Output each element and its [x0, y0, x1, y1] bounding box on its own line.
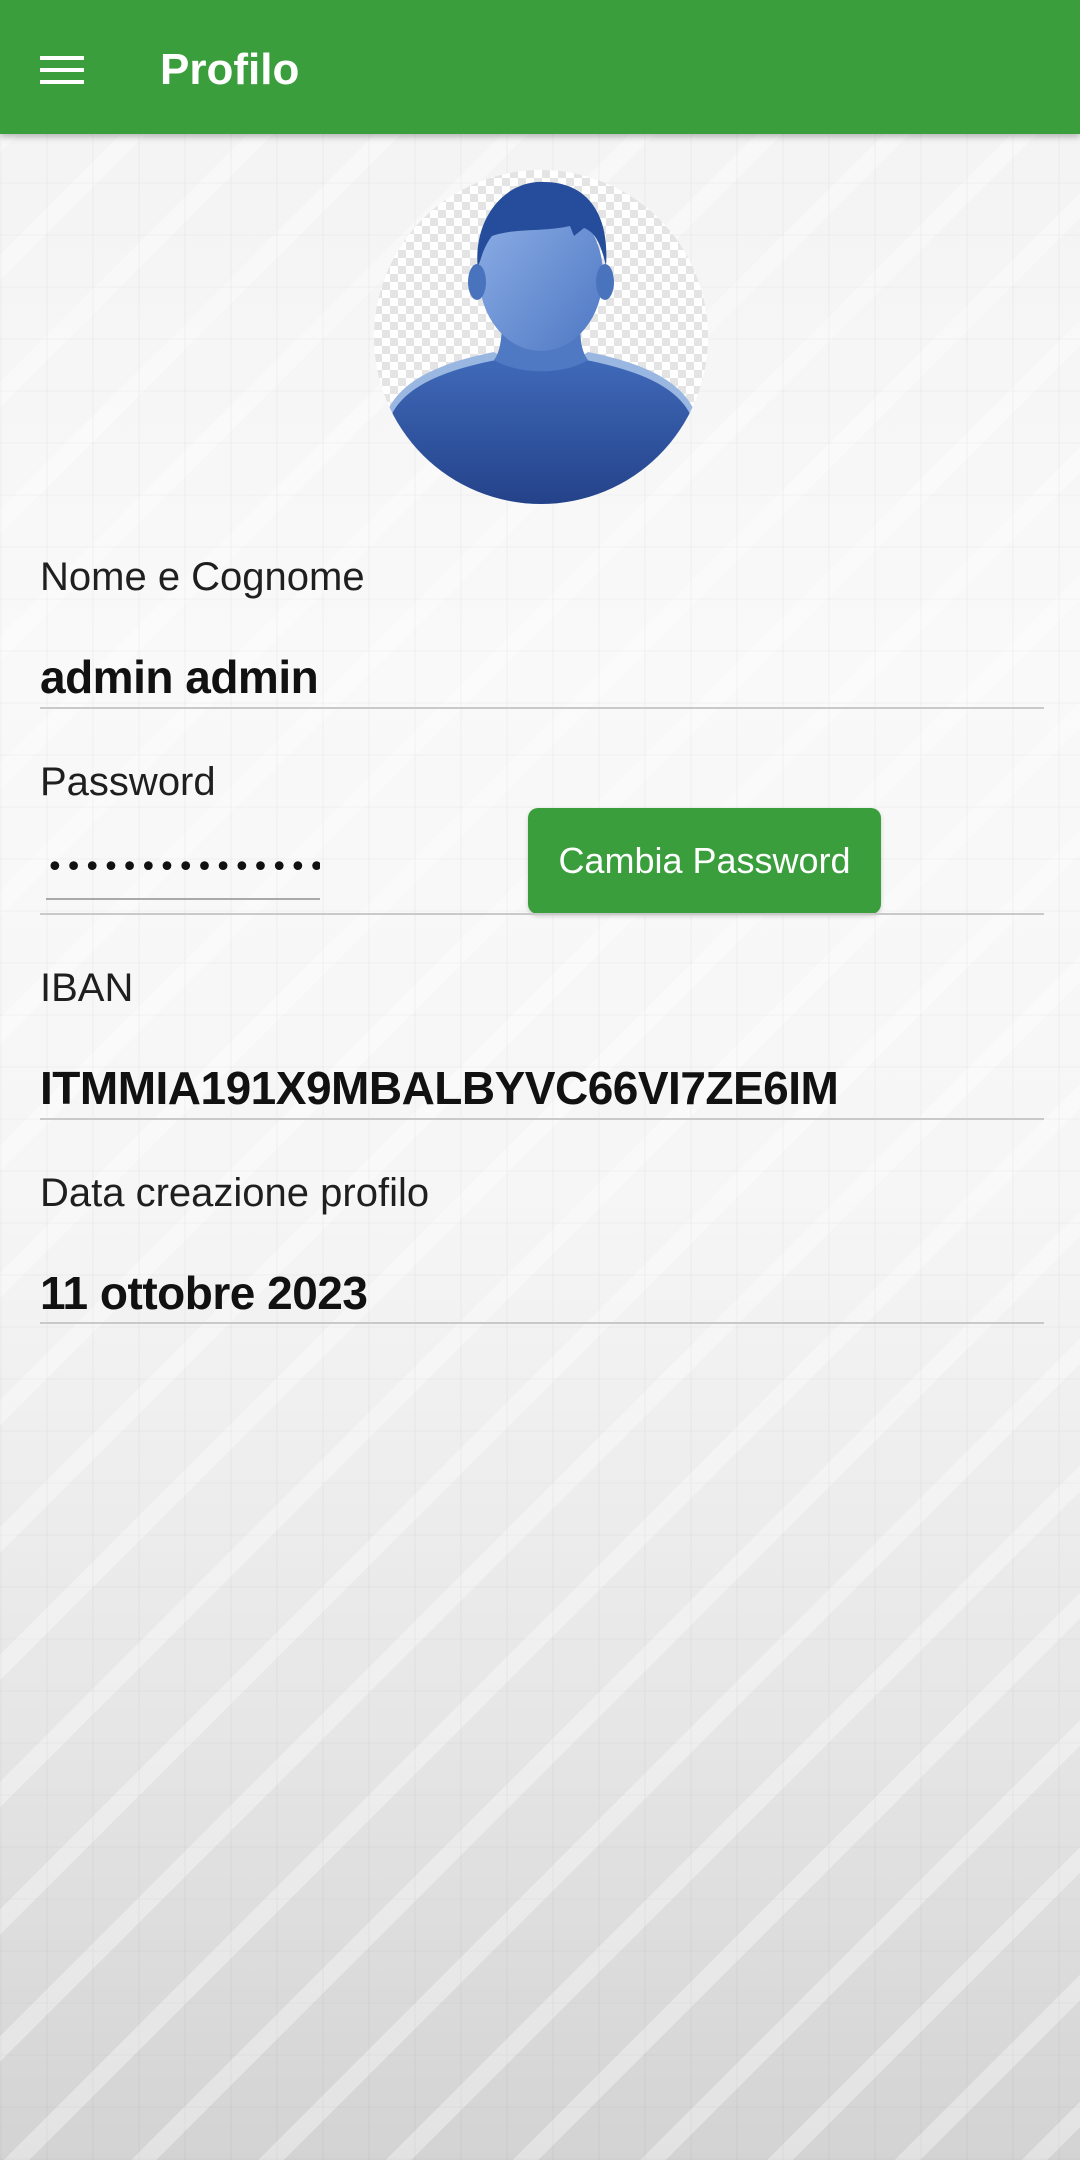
iban-label: IBAN	[40, 966, 134, 1010]
name-label: Nome e Cognome	[40, 555, 365, 599]
password-divider	[40, 913, 1044, 915]
iban-divider	[40, 1118, 1044, 1120]
password-label: Password	[40, 760, 216, 804]
name-value: admin admin	[40, 651, 319, 703]
page-title: Profilo	[160, 45, 300, 94]
hamburger-menu-icon	[40, 56, 84, 84]
iban-value: ITMMIA191X9MBALBYVC66VI7ZE6IM	[40, 1062, 839, 1114]
menu-button[interactable]	[22, 30, 102, 110]
name-divider	[40, 707, 1044, 709]
created-date-value: 11 ottobre 2023	[40, 1267, 368, 1319]
app-bar: Profilo	[0, 0, 1080, 134]
user-silhouette-icon	[388, 181, 694, 504]
created-date-divider	[40, 1322, 1044, 1324]
avatar[interactable]	[374, 170, 708, 504]
created-date-label: Data creazione profilo	[40, 1171, 430, 1215]
password-field[interactable]	[46, 836, 320, 900]
change-password-button[interactable]: Cambia Password	[528, 808, 881, 914]
